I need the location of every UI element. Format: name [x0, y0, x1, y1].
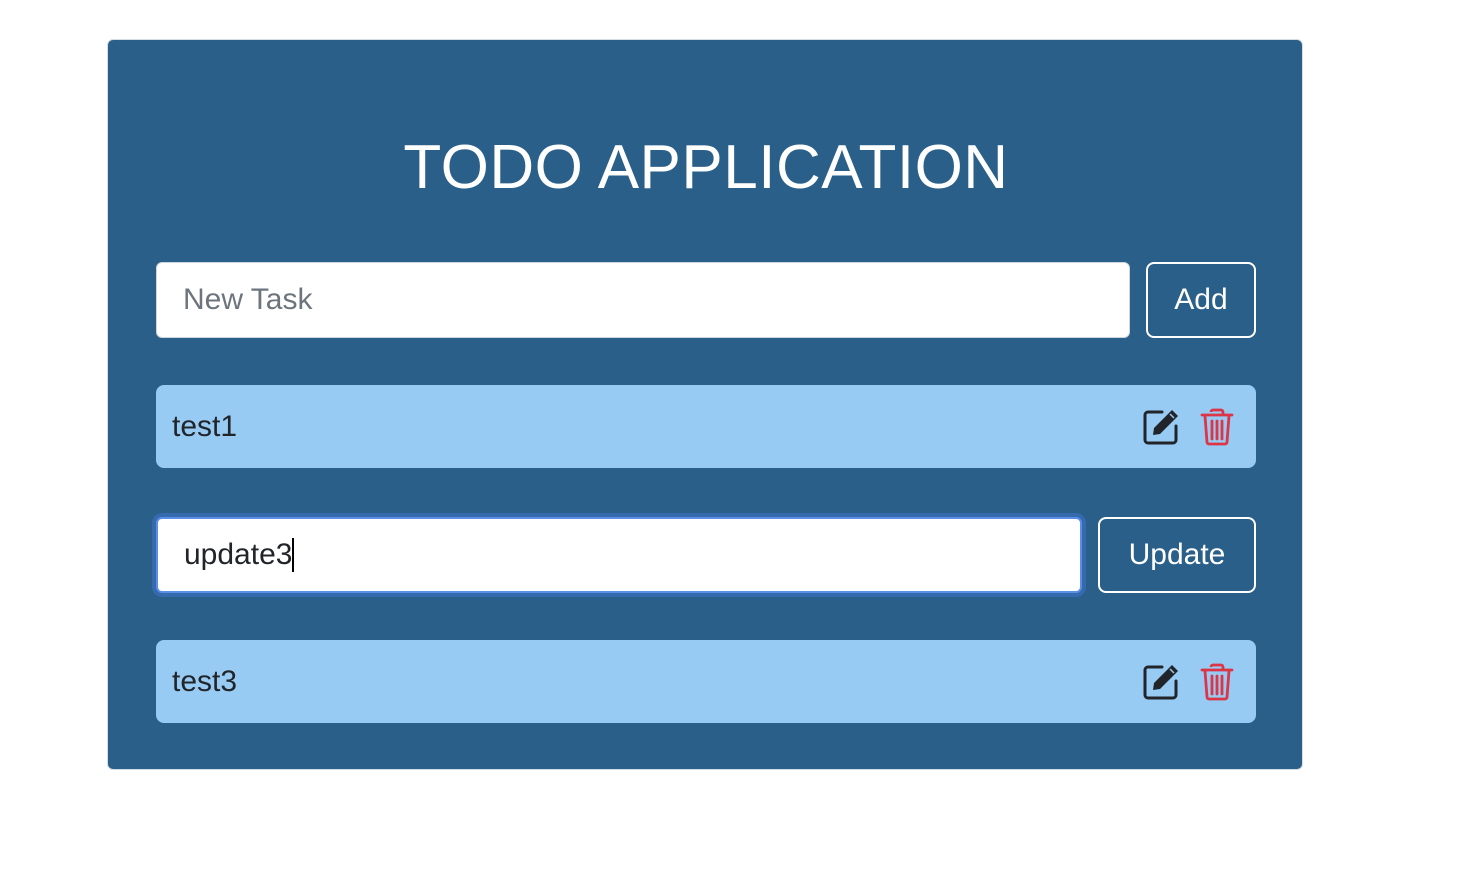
- edit-task-value: update3: [184, 538, 293, 571]
- edit-task-row: update3 Update: [156, 517, 1256, 593]
- edit-icon[interactable]: [1140, 661, 1182, 703]
- todo-card: TODO APPLICATION Add test1 update3: [107, 39, 1303, 770]
- task-item: test1: [156, 385, 1256, 468]
- text-caret: [292, 538, 295, 572]
- page-title: TODO APPLICATION: [403, 133, 1009, 202]
- new-task-row: Add: [156, 262, 1256, 338]
- trash-icon[interactable]: [1196, 661, 1238, 703]
- edit-icon[interactable]: [1140, 406, 1182, 448]
- task-label: test3: [172, 664, 238, 698]
- task-label: test1: [172, 409, 238, 443]
- new-task-input[interactable]: [156, 262, 1130, 338]
- update-button[interactable]: Update: [1098, 517, 1256, 593]
- task-item: test3: [156, 640, 1256, 723]
- trash-icon[interactable]: [1196, 406, 1238, 448]
- edit-task-input[interactable]: update3: [156, 517, 1082, 593]
- add-button[interactable]: Add: [1146, 262, 1256, 338]
